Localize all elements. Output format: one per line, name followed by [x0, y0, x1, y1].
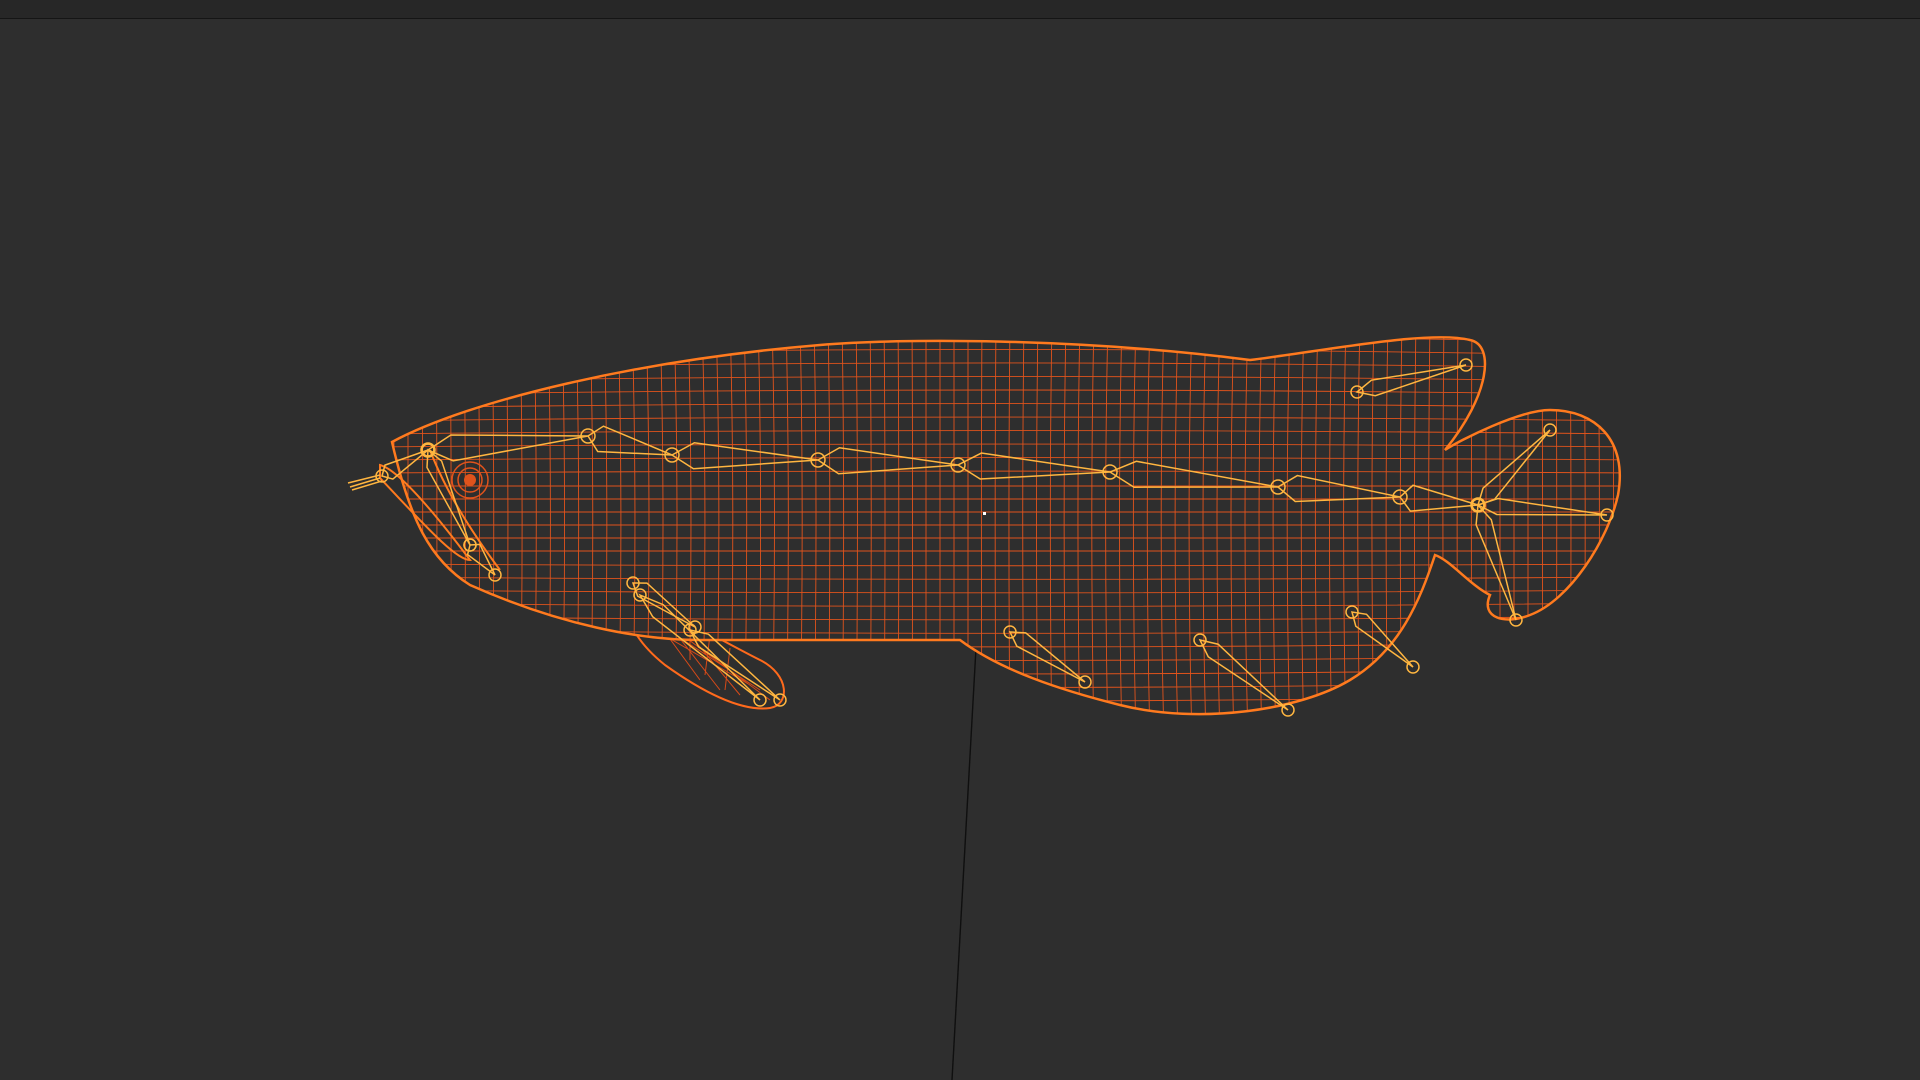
wire-line-vertical — [1611, 337, 1615, 715]
3d-viewport[interactable] — [0, 0, 1920, 1080]
wire-line-horizontal — [392, 693, 1620, 702]
wire-line-horizontal — [370, 733, 1640, 742]
eye-target-icon — [451, 461, 489, 499]
wire-line-horizontal — [392, 680, 1620, 688]
wire-line-horizontal — [370, 322, 1640, 330]
wire-line-horizontal — [370, 720, 1640, 728]
origin-dot-icon[interactable] — [983, 512, 986, 515]
wire-line-horizontal — [392, 667, 1620, 675]
ground-axis-line — [951, 629, 978, 1080]
wire-line-horizontal — [392, 706, 1620, 715]
fish-mesh[interactable] — [347, 320, 1640, 742]
wire-line-vertical — [1626, 320, 1628, 740]
scene-canvas[interactable] — [0, 0, 1920, 1080]
wire-line-vertical — [1541, 337, 1543, 715]
